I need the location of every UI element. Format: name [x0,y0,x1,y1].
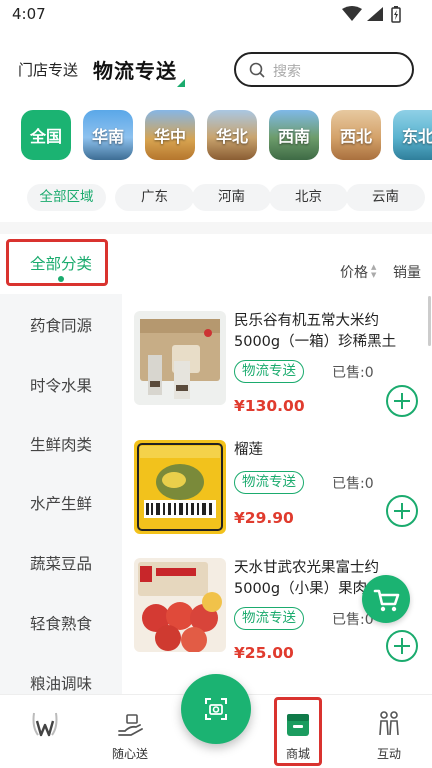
chip-all-areas[interactable]: 全部区域 [27,184,106,211]
region-tile-northwest[interactable]: 西北 [331,110,381,160]
region-label: 华南 [91,127,124,146]
category-label: 轻食熟食 [29,615,92,633]
scan-camera-icon [205,698,227,720]
nav-label: 互动 [376,747,401,761]
nav-home[interactable] [4,695,84,768]
add-to-cart-icon[interactable] [386,630,418,662]
region-label: 华中 [153,127,186,146]
region-tile-northeast[interactable]: 东北 [393,110,432,160]
add-to-cart-icon[interactable] [386,385,418,417]
category-grain-oil[interactable]: 粮油调味 [0,654,122,694]
product-name: 民乐谷有机五常大米约5000g（一箱）珍稀黑土地... [234,313,397,350]
category-deli[interactable]: 轻食熟食 [0,594,122,654]
region-label: 华北 [215,127,248,146]
cart-icon [373,589,400,612]
product-price: ¥29.90 [234,509,294,527]
chip-beijing[interactable]: 北京 [269,184,348,211]
search-placeholder: 搜索 [273,64,301,80]
section-divider [0,222,432,234]
product-price: ¥130.00 [234,397,305,415]
highlight-box [6,239,108,286]
nav-give[interactable]: 随心送 [90,695,170,768]
product-name: 榴莲 [234,442,263,458]
region-selector: 全国 华南 华中 华北 西南 西北 东北 [21,110,432,162]
product-delivery-tag: 物流专送 [234,360,304,383]
battery-icon [391,6,401,23]
province-chips: 全部区域 广东 河南 北京 云南 [0,184,432,212]
chip-guangdong[interactable]: 广东 [115,184,194,211]
category-label: 粮油调味 [29,675,92,693]
people-icon [379,711,399,736]
product-card[interactable]: 榴莲 物流专送 已售:0 ¥29.90 [122,440,432,562]
product-image [134,558,226,652]
region-tile-south-china[interactable]: 华南 [83,110,133,160]
category-label: 水产生鲜 [29,495,92,513]
region-label: 全国 [29,127,62,146]
scan-button[interactable] [181,674,251,744]
category-seasonal-fruit[interactable]: 时令水果 [0,356,122,416]
chip-yunnan[interactable]: 云南 [346,184,425,211]
highlight-box [274,697,322,766]
category-fresh-meat[interactable]: 生鲜肉类 [0,415,122,475]
sort-arrows-icon: ▲ ▼ [371,263,377,279]
nav-interact[interactable]: 互动 [349,695,429,768]
sort-by-sales[interactable]: 销量 [393,262,421,282]
region-tile-central-china[interactable]: 华中 [145,110,195,160]
category-label: 时令水果 [29,377,92,395]
product-card[interactable]: 民乐谷有机五常大米约5000g（一箱）珍稀黑土地... 物流专送 已售:0 ¥1… [122,311,432,433]
scrollbar[interactable] [428,296,431,346]
category-vegetables[interactable]: 蔬菜豆品 [0,534,122,594]
nav-label: 随心送 [111,747,148,761]
product-delivery-tag: 物流专送 [234,607,304,630]
product-delivery-tag: 物流专送 [234,471,304,494]
hand-gift-icon [118,714,143,736]
category-label: 生鲜肉类 [29,436,92,454]
product-sold-count: 已售:0 [332,365,374,381]
category-seafood[interactable]: 水产生鲜 [0,474,122,534]
cart-button[interactable] [362,575,410,623]
active-indicator-icon [177,79,185,87]
search-icon [249,62,265,78]
signal-icon [367,7,383,21]
status-bar: 4:07 [0,0,432,30]
search-box[interactable]: 搜索 [234,52,414,87]
mode-tab-logistics-delivery[interactable]: 物流专送 [93,55,185,87]
product-price: ¥25.00 [234,644,294,662]
sort-by-price[interactable]: 价格 [340,262,368,282]
category-label: 药食同源 [29,317,92,335]
category-label: 蔬菜豆品 [29,555,92,573]
category-medicinal-food[interactable]: 药食同源 [0,296,122,356]
region-tile-southwest[interactable]: 西南 [269,110,319,160]
chip-henan[interactable]: 河南 [192,184,271,211]
region-tile-national[interactable]: 全国 [21,110,71,160]
product-sold-count: 已售:0 [332,476,374,492]
region-label: 西南 [277,127,310,146]
status-time: 4:07 [12,5,46,23]
add-to-cart-icon[interactable] [386,495,418,527]
region-tile-north-china[interactable]: 华北 [207,110,257,160]
product-image [134,440,226,534]
mode-tab-store-delivery[interactable]: 门店专送 [18,59,78,80]
product-image [134,311,226,405]
mode-logistics-label: 物流专送 [93,59,177,83]
home-logo-icon [32,712,58,737]
region-label: 西北 [339,127,372,146]
region-label: 东北 [401,127,432,146]
wifi-icon [342,6,362,21]
category-sidebar: 全部分类 药食同源 时令水果 生鲜肉类 水产生鲜 蔬菜豆品 轻食熟食 粮油调味 [0,234,122,694]
